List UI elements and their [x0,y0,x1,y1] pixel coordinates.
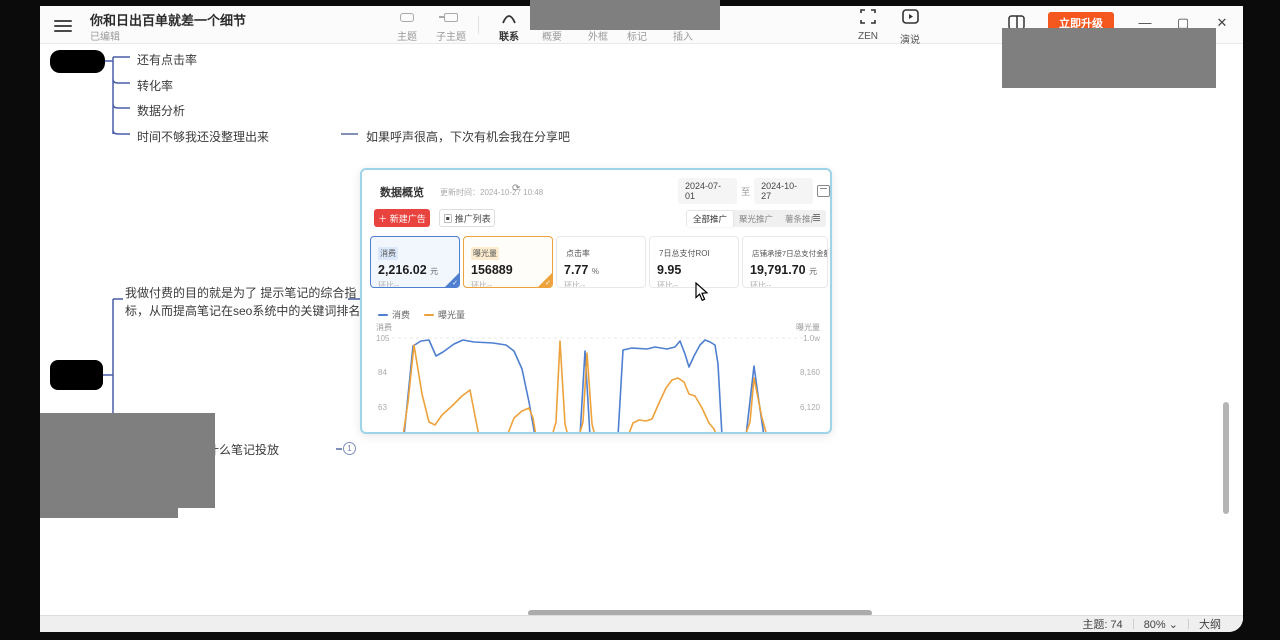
toolbar-divider [478,16,479,34]
censor-block-toolbar [530,0,720,30]
censor-block-bottom-left-2 [40,508,178,518]
toolbar-item-relationship[interactable]: 联系 [487,9,531,43]
outline-button[interactable]: 大纲 [1199,616,1221,632]
chart-legend: 消费 曝光量 [378,308,465,321]
refresh-icon[interactable]: ⟳ [512,183,520,194]
date-separator: 至 [741,185,750,198]
tab-spotlight-promo[interactable]: 聚光推广 [733,211,779,227]
branch-click-rate[interactable]: 还有点击率 [137,51,197,68]
stat-card-payment-amount[interactable]: 店铺承接7日总支付金额 19,791.70 元 环比-- [742,236,828,288]
branch-conversion-rate[interactable]: 转化率 [137,77,173,94]
dashboard-chart-lines [392,322,804,434]
toolbar-item-subtopic[interactable]: 子主题 [429,9,473,43]
chevron-down-icon: ⌄ [1169,619,1178,631]
note-share-next-time[interactable]: 如果呼声很高，下次有机会我在分享吧 [366,128,570,145]
screen: 你和日出百单就差一个细节 已编辑 主题 子主题 联系 概要 外框 [0,0,1280,640]
dashboard-image-node[interactable]: 数据概览 更新时间：2024-10-27 10:48 ⟳ 2024-07-01 … [360,168,832,434]
stat-card-spend[interactable]: 消费 2,216.02 元 环比-- ✓ [370,236,460,288]
count-badge[interactable]: 1 [343,442,356,455]
date-start[interactable]: 2024-07-01 [678,178,737,204]
date-range-picker[interactable]: 2024-07-01 至 2024-10-27 [678,182,830,200]
branch-data-analysis[interactable]: 数据分析 [137,102,185,119]
status-bar: 主题: 74 80% ⌄ 大纲 [40,615,1243,632]
menu-icon[interactable] [54,17,72,31]
subtopic-icon [429,9,473,26]
topic-icon [385,9,429,26]
edit-status: 已编辑 [90,28,120,43]
censor-block-bottom-left [40,413,215,508]
dashboard-title: 数据概览 [380,184,424,200]
stat-card-ctr[interactable]: 点击率 7.77 % 环比-- [556,236,646,288]
vertical-scrollbar[interactable] [1223,402,1229,514]
redacted-topic-node-2[interactable] [50,360,103,390]
toolbar-item-topic[interactable]: 主题 [385,9,429,43]
node-note-placement[interactable]: 什么笔记投放 [207,441,279,458]
legend-impressions[interactable]: 曝光量 [424,308,465,321]
branch-no-time[interactable]: 时间不够我还没整理出来 [137,128,269,145]
mindmap-canvas[interactable]: 还有点击率 转化率 数据分析 时间不够我还没整理出来 如果呼声很高，下次有机会我… [40,44,1243,621]
relationship-icon [487,9,531,26]
censor-block-top-right [1002,28,1216,88]
list-view-icon[interactable]: ≣ [812,211,821,224]
play-icon [902,9,919,24]
zen-icon [860,9,876,24]
zoom-control[interactable]: 80% ⌄ [1144,618,1178,631]
dashboard-updated-time: 更新时间：2024-10-27 10:48 [440,187,543,198]
new-ad-button[interactable]: ＋ 新建广告 [374,209,430,227]
paragraph-paid-purpose[interactable]: 我做付费的目的就是为了 提示笔记的综合指标，从而提高笔记在seo系统中的关键词排… [125,284,363,320]
date-end[interactable]: 2024-10-27 [754,178,813,204]
calendar-icon[interactable] [817,185,830,197]
tab-all-promo[interactable]: 全部推广 [687,211,733,227]
zen-mode-button[interactable]: ZEN [846,9,890,42]
promo-list-button[interactable]: ▣ 推广列表 [439,209,495,227]
document-title: 你和日出百单就差一个细节 [90,10,246,29]
stat-card-roi[interactable]: 7日总支付ROI 9.95 环比-- [649,236,739,288]
badge-connector [336,448,342,450]
left-axis-title: 消费 [376,322,392,333]
legend-spend[interactable]: 消费 [378,308,410,321]
app-window: 你和日出百单就差一个细节 已编辑 主题 子主题 联系 概要 外框 [40,6,1243,632]
redacted-topic-node[interactable] [50,50,105,73]
promo-type-tabs: 全部推广 聚光推广 薯条推广 [686,210,826,227]
stat-card-impressions[interactable]: 曝光量 156889 环比-- ✓ [463,236,553,288]
present-button[interactable]: 演说 [888,9,932,46]
topic-count: 主题: 74 [1082,616,1122,632]
